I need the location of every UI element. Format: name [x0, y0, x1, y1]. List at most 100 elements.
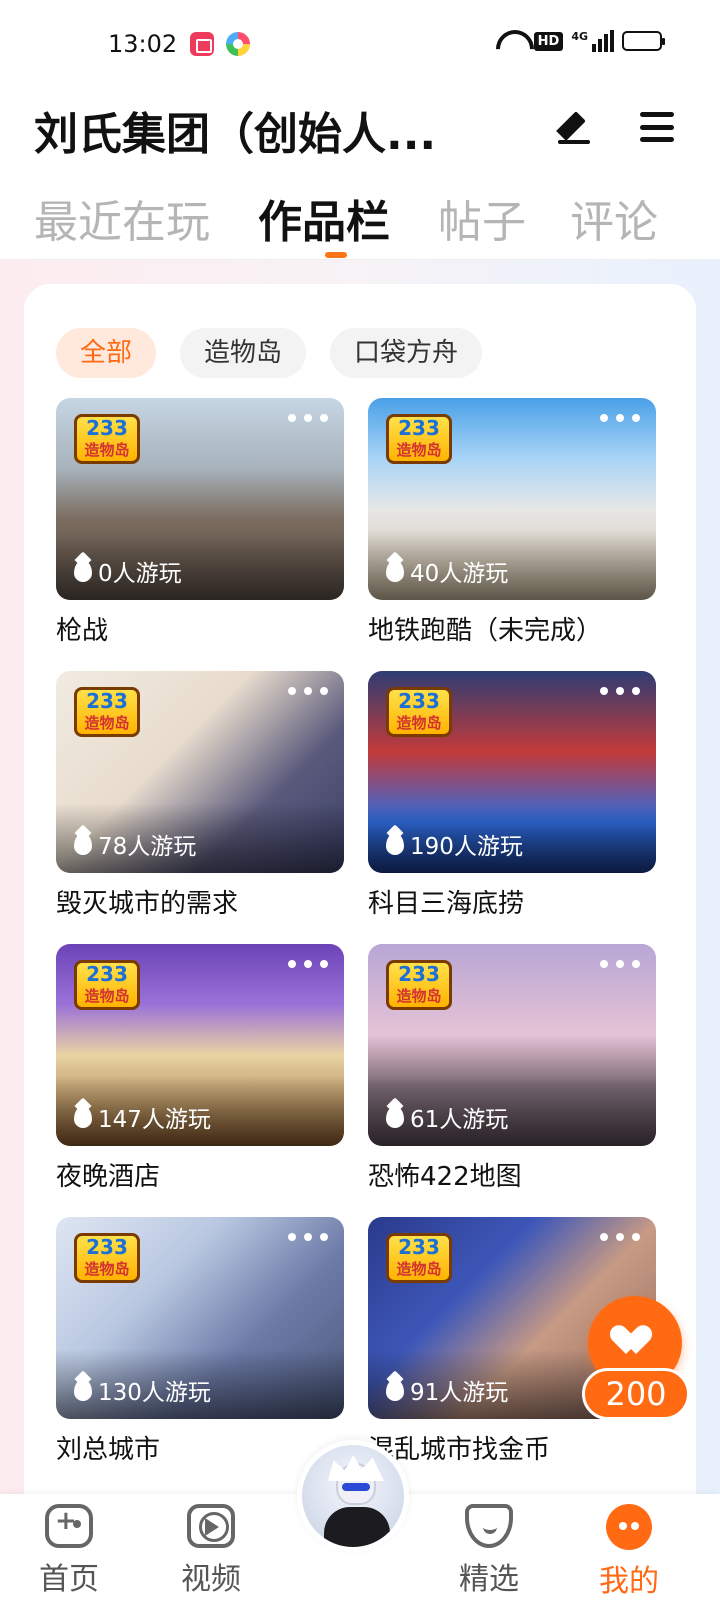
profile-tabs: 最近在玩 作品栏 帖子 评论 — [0, 180, 720, 260]
filter-pocket-ark[interactable]: 口袋方舟 — [330, 328, 483, 378]
creation-island-logo: 233 造物岛 — [386, 687, 452, 737]
nav-me[interactable]: 我的 — [574, 1504, 684, 1600]
wifi-icon — [496, 30, 526, 52]
nav-home[interactable]: 首页 — [14, 1504, 124, 1598]
more-options-icon[interactable] — [288, 956, 328, 972]
work-card[interactable]: 233 造物岛 40人游玩 地铁跑酷（未完成） — [368, 398, 656, 668]
player-count-label: 130人游玩 — [98, 1380, 211, 1406]
logo-number: 233 — [86, 689, 128, 713]
player-count-label: 0人游玩 — [98, 561, 182, 587]
edit-button[interactable] — [556, 108, 596, 148]
network-type-label: 4G — [571, 30, 588, 43]
profile-title: 刘氏集团（创始人... — [34, 109, 437, 160]
filter-all[interactable]: 全部 — [56, 328, 157, 378]
work-card[interactable]: 233 造物岛 190人游玩 科目三海底捞 — [368, 671, 656, 941]
battery-icon — [622, 31, 665, 51]
menu-button[interactable] — [640, 112, 674, 142]
smile-face-icon — [606, 1504, 652, 1550]
creation-island-logo: 233 造物岛 — [386, 414, 452, 464]
tab-posts[interactable]: 帖子 — [438, 186, 526, 250]
work-thumbnail[interactable]: 233 造物岛 40人游玩 — [368, 398, 656, 600]
work-thumbnail[interactable]: 233 造物岛 130人游玩 — [56, 1217, 344, 1419]
nav-featured[interactable]: 精选 — [434, 1504, 544, 1598]
logo-text: 造物岛 — [84, 714, 130, 732]
creation-island-logo: 233 造物岛 — [74, 414, 140, 464]
tab-works[interactable]: 作品栏 — [258, 186, 390, 250]
logo-number: 233 — [398, 416, 440, 440]
logo-text: 造物岛 — [396, 987, 442, 1005]
player-count: 130人游玩 — [74, 1373, 211, 1407]
logo-number: 233 — [86, 962, 128, 986]
avatar-button[interactable] — [297, 1440, 409, 1552]
flame-icon — [386, 833, 404, 855]
nav-video-label: 视频 — [181, 1562, 241, 1597]
status-time: 13:02 — [108, 30, 178, 58]
work-title[interactable]: 枪战 — [56, 610, 108, 647]
flame-icon — [74, 1379, 92, 1401]
creation-island-logo: 233 造物岛 — [74, 687, 140, 737]
player-count-label: 61人游玩 — [410, 1107, 509, 1133]
work-title[interactable]: 科目三海底捞 — [368, 883, 524, 920]
gem-heart-icon — [465, 1504, 513, 1548]
avatar-visor — [342, 1483, 370, 1491]
player-count-label: 190人游玩 — [410, 834, 523, 860]
more-options-icon[interactable] — [288, 683, 328, 699]
more-options-icon[interactable] — [288, 1229, 328, 1245]
player-count-label: 40人游玩 — [410, 561, 509, 587]
flame-icon — [74, 833, 92, 855]
player-count-label: 91人游玩 — [410, 1380, 509, 1406]
logo-number: 233 — [398, 689, 440, 713]
tab-active-indicator — [325, 252, 347, 258]
more-options-icon[interactable] — [600, 683, 640, 699]
logo-text: 造物岛 — [84, 1260, 130, 1278]
work-title[interactable]: 地铁跑酷（未完成） — [368, 610, 602, 647]
work-card[interactable]: 233 造物岛 0人游玩 枪战 — [56, 398, 344, 668]
work-thumbnail[interactable]: 233 造物岛 0人游玩 — [56, 398, 344, 600]
flame-icon — [386, 1379, 404, 1401]
flame-icon — [74, 560, 92, 582]
work-title[interactable]: 夜晚酒店 — [56, 1156, 160, 1193]
flame-icon — [386, 1106, 404, 1128]
screen-record-icon — [190, 32, 214, 56]
like-count[interactable]: 200 — [582, 1368, 690, 1420]
nav-video[interactable]: 视频 — [156, 1504, 266, 1598]
tab-comments[interactable]: 评论 — [570, 186, 658, 250]
player-count: 61人游玩 — [386, 1100, 508, 1134]
work-title[interactable]: 刘总城市 — [56, 1429, 160, 1466]
player-count: 91人游玩 — [386, 1373, 508, 1407]
player-count-label: 78人游玩 — [98, 834, 197, 860]
logo-text: 造物岛 — [396, 441, 442, 459]
avatar-hair — [328, 1455, 384, 1481]
work-thumbnail[interactable]: 233 造物岛 147人游玩 — [56, 944, 344, 1146]
player-count: 147人游玩 — [74, 1100, 211, 1134]
heart-icon — [618, 1326, 652, 1356]
work-title[interactable]: 恐怖422地图 — [368, 1156, 522, 1193]
flame-icon — [386, 560, 404, 582]
logo-number: 233 — [398, 1235, 440, 1259]
work-title[interactable]: 毁灭城市的需求 — [56, 883, 238, 920]
profile-header: 刘氏集团（创始人... — [0, 90, 720, 180]
nav-me-label: 我的 — [599, 1564, 659, 1599]
more-options-icon[interactable] — [600, 956, 640, 972]
tab-recent[interactable]: 最近在玩 — [34, 186, 210, 250]
work-card[interactable]: 233 造物岛 61人游玩 恐怖422地图 — [368, 944, 656, 1214]
more-options-icon[interactable] — [288, 410, 328, 426]
logo-number: 233 — [86, 1235, 128, 1259]
work-thumbnail[interactable]: 233 造物岛 61人游玩 — [368, 944, 656, 1146]
filter-creation-island[interactable]: 造物岛 — [180, 328, 307, 378]
work-card[interactable]: 233 造物岛 130人游玩 刘总城市 — [56, 1217, 344, 1487]
more-options-icon[interactable] — [600, 410, 640, 426]
work-card[interactable]: 233 造物岛 147人游玩 夜晚酒店 — [56, 944, 344, 1214]
pencil-underline — [558, 140, 590, 144]
signal-strength-icon — [592, 30, 614, 52]
gamepad-icon — [45, 1504, 93, 1548]
work-thumbnail[interactable]: 233 造物岛 78人游玩 — [56, 671, 344, 873]
creation-island-logo: 233 造物岛 — [74, 1233, 140, 1283]
logo-text: 造物岛 — [84, 441, 130, 459]
player-count: 190人游玩 — [386, 827, 523, 861]
creation-island-logo: 233 造物岛 — [386, 960, 452, 1010]
work-thumbnail[interactable]: 233 造物岛 190人游玩 — [368, 671, 656, 873]
work-card[interactable]: 233 造物岛 78人游玩 毁灭城市的需求 — [56, 671, 344, 941]
player-count: 40人游玩 — [386, 554, 508, 588]
more-options-icon[interactable] — [600, 1229, 640, 1245]
